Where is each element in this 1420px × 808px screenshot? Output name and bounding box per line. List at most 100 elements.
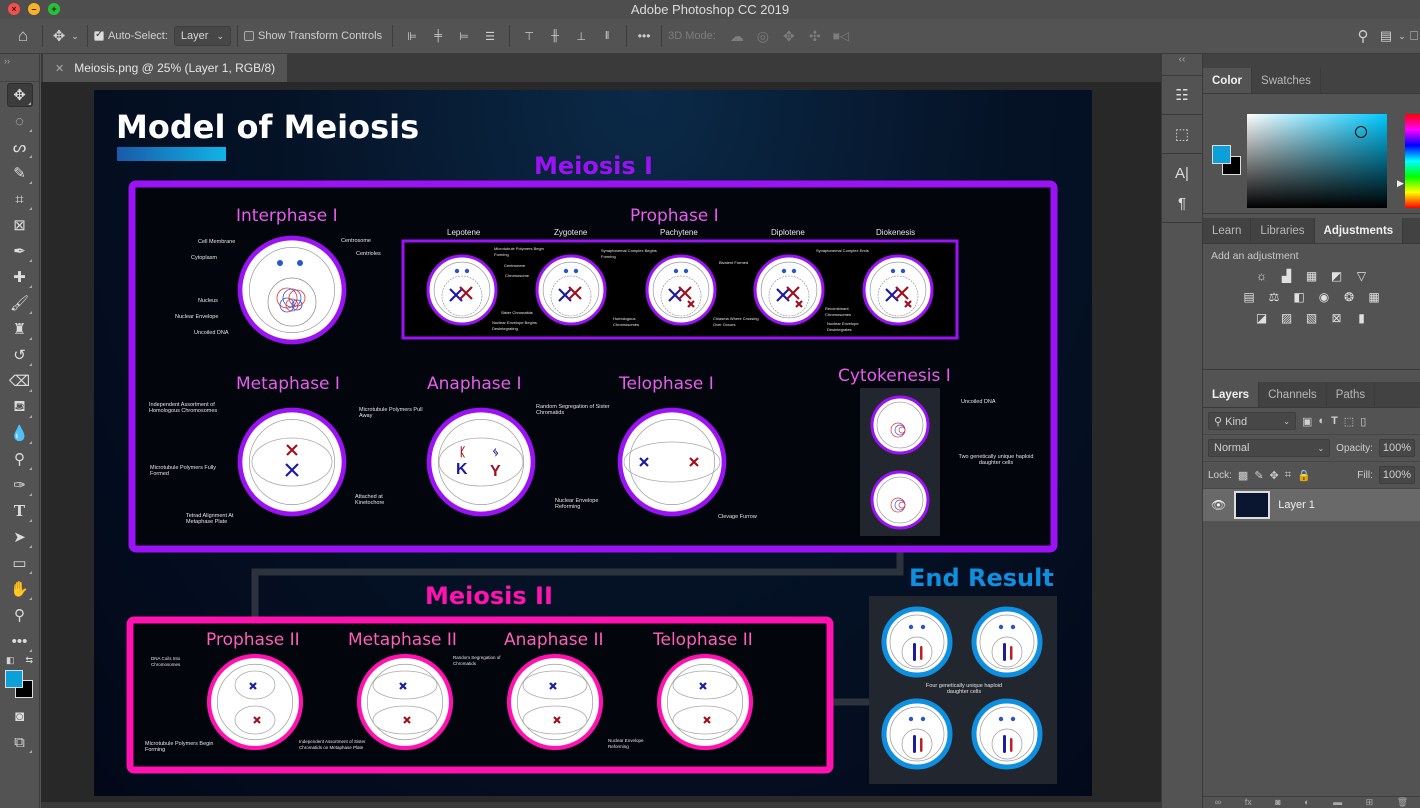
gradient-map-icon[interactable]: ▮	[1354, 311, 1370, 325]
rectangle-tool[interactable]: ▭	[7, 551, 33, 575]
blur-tool[interactable]: 💧	[7, 421, 33, 445]
hue-slider[interactable]	[1405, 114, 1420, 208]
move-tool[interactable]: ✥	[6, 83, 33, 107]
black-white-icon[interactable]: ◧	[1291, 290, 1307, 304]
color-balance-icon[interactable]: ⚖	[1266, 290, 1282, 304]
distribute-icon[interactable]: ☰	[483, 29, 497, 43]
pen-tool[interactable]: ✑	[7, 473, 33, 497]
color-lookup-icon[interactable]: ▦	[1366, 290, 1382, 304]
3d-pan-icon[interactable]: ✥	[776, 28, 802, 45]
edit-toolbar-button[interactable]: •••	[7, 629, 33, 653]
quick-selection-tool[interactable]: ✎	[7, 161, 33, 185]
new-adjustment-icon[interactable]: ◐	[1304, 797, 1309, 808]
lock-all-icon[interactable]: 🔒	[1297, 469, 1311, 482]
collapse-panels-button[interactable]: ‹‹	[1162, 54, 1202, 76]
marquee-tool[interactable]: ◌	[7, 109, 33, 133]
tab-libraries[interactable]: Libraries	[1251, 218, 1315, 243]
close-tab-icon[interactable]: ✕	[55, 62, 64, 75]
curves-icon[interactable]: ▦	[1304, 269, 1320, 283]
character-panel-icon[interactable]: A|	[1162, 158, 1202, 188]
paragraph-panel-icon[interactable]: ¶	[1162, 188, 1202, 218]
workspace-icon[interactable]: ▤	[1376, 28, 1396, 44]
posterize-icon[interactable]: ▨	[1279, 311, 1295, 325]
brush-tool[interactable]: 🖌	[7, 291, 33, 315]
3d-orbit-icon[interactable]: ☁	[724, 28, 750, 45]
toolbar-collapse[interactable]: ››	[0, 54, 39, 82]
vibrance-icon[interactable]: ▽	[1354, 269, 1370, 283]
tab-learn[interactable]: Learn	[1203, 218, 1252, 243]
dodge-tool[interactable]: ⚲	[7, 447, 33, 471]
blend-mode-dropdown[interactable]: Normal ⌄	[1208, 439, 1331, 457]
home-icon[interactable]: ⌂	[10, 26, 36, 46]
brightness-contrast-icon[interactable]: ☼	[1254, 269, 1270, 283]
history-panel-icon[interactable]: ☷	[1162, 80, 1202, 110]
search-icon[interactable]: ⚲	[1350, 27, 1376, 45]
lock-image-icon[interactable]: ✎	[1254, 469, 1263, 482]
minimize-window-button[interactable]: –	[28, 3, 40, 15]
tab-color[interactable]: Color	[1203, 68, 1253, 93]
selective-color-icon[interactable]: ⊠	[1329, 311, 1345, 325]
auto-select-dropdown[interactable]: Layer ⌄	[173, 26, 231, 46]
new-layer-icon[interactable]: ⊞	[1366, 797, 1374, 808]
filter-kind-dropdown[interactable]: ⚲ Kind ⌄	[1208, 412, 1296, 430]
delete-layer-icon[interactable]: 🗑	[1397, 797, 1408, 808]
quick-mask-button[interactable]: ◙	[7, 704, 33, 728]
swap-colors-icon[interactable]: ⇆	[25, 655, 33, 666]
add-mask-icon[interactable]: ◙	[1275, 797, 1280, 808]
lock-artboard-icon[interactable]: ⌗	[1285, 469, 1291, 482]
tab-adjustments[interactable]: Adjustments	[1314, 218, 1404, 243]
levels-icon[interactable]: ▟	[1279, 269, 1295, 283]
hue-saturation-icon[interactable]: ▤	[1241, 290, 1257, 304]
opacity-input[interactable]: 100%	[1378, 439, 1415, 457]
filter-shape-icon[interactable]: ⬚	[1344, 415, 1354, 428]
align-bottom-icon[interactable]: ⊥	[574, 29, 588, 43]
history-brush-tool[interactable]: ↺	[7, 343, 33, 367]
link-layers-icon[interactable]: ∞	[1215, 797, 1221, 808]
align-horizontal-center-icon[interactable]: ╪	[431, 29, 445, 43]
horizontal-scrollbar[interactable]	[41, 802, 1161, 808]
fx-icon[interactable]: fx	[1245, 797, 1252, 808]
healing-brush-tool[interactable]: ✚	[7, 265, 33, 289]
screen-mode-button[interactable]: ⧉	[7, 730, 33, 754]
lock-position-icon[interactable]: ✥	[1270, 469, 1279, 482]
eyedropper-tool[interactable]: ✒	[7, 239, 33, 263]
zoom-window-button[interactable]: +	[48, 3, 60, 15]
move-tool-icon[interactable]: ✥	[49, 27, 69, 45]
eraser-tool[interactable]: ⌫	[7, 369, 33, 393]
filter-adjustment-icon[interactable]: ◐	[1318, 415, 1325, 427]
visibility-eye-icon[interactable]: 👁	[1211, 498, 1226, 512]
panel-foreground-swatch[interactable]	[1212, 145, 1231, 164]
filter-pixel-icon[interactable]: ▣	[1302, 415, 1312, 428]
3d-camera-icon[interactable]: ■◁	[828, 29, 854, 43]
tool-preset-chevron-icon[interactable]: ⌄	[69, 31, 81, 42]
document-tab[interactable]: ✕ Meiosis.png @ 25% (Layer 1, RGB/8)	[43, 54, 288, 82]
layer-row[interactable]: 👁 Layer 1	[1203, 489, 1420, 521]
type-tool[interactable]: T	[7, 499, 33, 523]
align-left-icon[interactable]: ⊫	[405, 29, 419, 43]
invert-icon[interactable]: ◪	[1254, 311, 1270, 325]
workspace-chevron-icon[interactable]: ⌄	[1396, 31, 1408, 42]
photo-filter-icon[interactable]: ◉	[1316, 290, 1332, 304]
color-picker-ring[interactable]	[1355, 126, 1367, 138]
threshold-icon[interactable]: ▧	[1304, 311, 1320, 325]
hand-tool[interactable]: ✋	[7, 577, 33, 601]
tab-swatches[interactable]: Swatches	[1252, 68, 1321, 93]
foreground-color-swatch[interactable]	[4, 670, 23, 688]
path-selection-tool[interactable]: ➤	[7, 525, 33, 549]
default-colors-icon[interactable]: ◧	[6, 655, 15, 666]
crop-tool[interactable]: ⌗	[7, 187, 33, 211]
filter-smart-object-icon[interactable]: ▯	[1360, 415, 1366, 428]
distribute-vertical-icon[interactable]: ‖	[600, 29, 614, 43]
align-vertical-center-icon[interactable]: ╫	[548, 29, 562, 43]
3d-panel-icon[interactable]: ⬚	[1162, 119, 1202, 149]
tab-paths[interactable]: Paths	[1327, 382, 1376, 407]
clone-stamp-tool[interactable]: ♜	[7, 317, 33, 341]
show-transform-checkbox[interactable]	[244, 31, 254, 41]
auto-select-checkbox[interactable]	[94, 29, 104, 41]
new-group-icon[interactable]: ▬	[1333, 797, 1342, 808]
canvas-image[interactable]: ᛕ ᛃ K Y Model of Meiosis Meiosis I Meiosis …	[94, 90, 1092, 796]
fill-input[interactable]: 100%	[1378, 466, 1415, 484]
lasso-tool[interactable]: ᔕ	[7, 135, 33, 159]
3d-roll-icon[interactable]: ◎	[750, 28, 776, 45]
channel-mixer-icon[interactable]: ❂	[1341, 290, 1357, 304]
